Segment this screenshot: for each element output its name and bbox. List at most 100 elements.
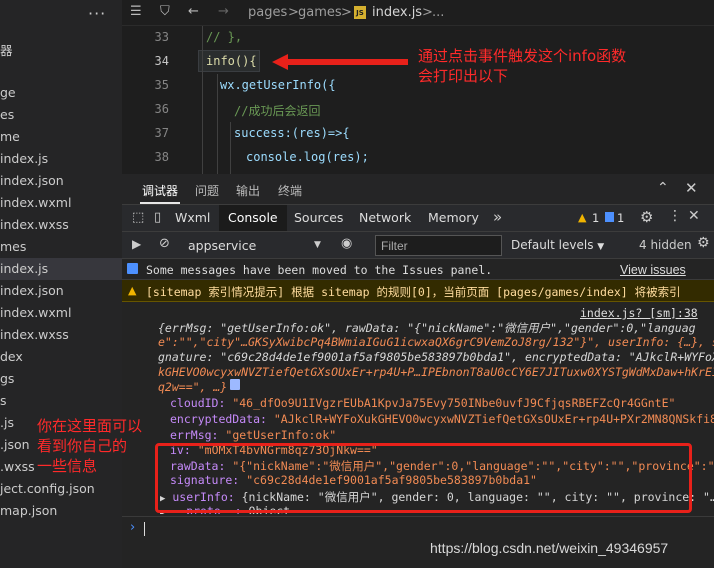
indent-guide (217, 74, 218, 174)
explorer-item[interactable]: index.js (0, 258, 122, 280)
explorer-item[interactable]: gs (0, 368, 122, 390)
panel-tab-bar: 调试器 问题 输出 终端 ⌃ ✕ (122, 174, 714, 205)
sitemap-warning: [sitemap 索引情况提示] 根据 sitemap 的规则[0]，当前页面 … (146, 285, 681, 299)
source-link[interactable]: index.js? [sm]:38 (580, 306, 698, 320)
line-number: 34 (154, 54, 169, 68)
explorer-item[interactable]: index.json (0, 170, 122, 192)
inspect-element-icon[interactable]: ⬚ (132, 210, 144, 225)
view-issues-link[interactable]: View issues (620, 263, 686, 277)
code-line: info(){ (206, 54, 257, 68)
dropdown-arrow-icon: ▼ (314, 240, 321, 250)
dropdown-arrow-icon: ▼ (597, 242, 605, 252)
prompt-chevron-icon: › (130, 520, 136, 535)
close-devtools-icon[interactable]: ✕ (688, 208, 700, 224)
annotation-top-line1: 通过点击事件触发这个info函数 (418, 47, 627, 65)
list-icon[interactable]: ☰ (130, 4, 142, 19)
chevron-up-icon[interactable]: ⌃ (657, 180, 669, 196)
filter-input[interactable] (375, 235, 502, 256)
close-icon[interactable]: ✕ (685, 179, 698, 197)
context-value: appservice (188, 238, 257, 253)
explorer-item[interactable]: ject.config.json (0, 478, 122, 500)
issues-message-row: Some messages have been moved to the Iss… (122, 259, 714, 280)
tab-terminal[interactable]: 终端 (278, 182, 302, 199)
tab-console[interactable]: Console (219, 205, 287, 231)
tab-problems[interactable]: 问题 (195, 182, 219, 199)
issues-message: Some messages have been moved to the Iss… (146, 263, 493, 277)
more-actions-icon[interactable]: ··· (88, 4, 106, 23)
line-number: 33 (154, 30, 169, 44)
log-summary-line: q2w==", …} (158, 380, 228, 394)
breadcrumb-games[interactable]: games (298, 5, 342, 20)
annotation-left-line3: 一些信息 (37, 457, 98, 475)
explorer-item[interactable]: index.js (0, 148, 122, 170)
file-explorer: ··· 器 ge es me index.js index.json index.wxml i… (0, 0, 122, 568)
code-line: // }, (206, 30, 243, 44)
annotation-arrow (272, 54, 408, 70)
js-file-icon: JS (354, 6, 366, 19)
explorer-item[interactable]: es (0, 104, 122, 126)
tab-network[interactable]: Network (350, 205, 420, 231)
info-count[interactable]: 1 (617, 211, 624, 225)
warning-message-row: ▲ [sitemap 索引情况提示] 根据 sitemap 的规则[0]，当前页… (122, 280, 714, 302)
line-number: 37 (154, 126, 169, 140)
breadcrumb-separator: > (341, 5, 352, 20)
explorer-item[interactable]: 器 (0, 40, 122, 62)
explorer-item[interactable]: index.json (0, 280, 122, 302)
explorer-item[interactable]: index.wxml (0, 192, 122, 214)
line-number: 38 (154, 150, 169, 164)
prop-errmsg: errMsg: "getUserInfo:ok" (170, 428, 336, 442)
back-arrow-icon[interactable]: ← (188, 4, 199, 19)
prop-value: "getUserInfo:ok" (225, 428, 337, 442)
explorer-item[interactable]: index.wxss (0, 324, 122, 346)
tab-sources[interactable]: Sources (285, 205, 352, 231)
prop-cloudid: cloudID: "46_dfOo9U1IVgzrEUbA1KpvJa75Evy… (170, 396, 675, 410)
prop-encrypteddata: encryptedData: "AJkclR+WYFoXukGHEVO0wcyx… (170, 412, 714, 426)
warning-count[interactable]: 1 (592, 211, 599, 225)
log-summary-line[interactable]: {errMsg: "getUserInfo:ok", rawData: "{"n… (158, 320, 696, 336)
eye-icon[interactable]: ◉ (341, 236, 352, 251)
devtools-tab-bar: ⬚ ▯ Wxml Console Sources Network Memory … (122, 205, 714, 232)
sidebar-toggle-icon[interactable]: ▶︎ (132, 237, 141, 251)
explorer-item[interactable]: ge (0, 82, 122, 104)
code-line: wx.getUserInfo({ (220, 78, 336, 92)
explorer-item[interactable]: mes (0, 236, 122, 258)
tab-memory[interactable]: Memory (419, 205, 488, 231)
code-line: console.log(res); (246, 150, 369, 164)
prop-key: cloudID: (170, 396, 226, 410)
bookmark-icon[interactable]: ⛉ (160, 4, 170, 19)
explorer-item[interactable]: index.wxml (0, 302, 122, 324)
log-summary-line: kGHEVO0wcyxwNVZTiefQetGXsOUxEr+rp4U+P…IP… (158, 365, 714, 379)
warning-icon: ▲ (128, 284, 137, 297)
explorer-item[interactable]: s (0, 390, 122, 412)
explorer-item[interactable]: map.json (0, 500, 122, 522)
prop-key: errMsg: (170, 428, 219, 442)
log-levels-label: Default levels (511, 238, 594, 252)
highlight-box (155, 443, 692, 513)
forward-arrow-icon[interactable]: → (218, 4, 229, 19)
breadcrumb-pages[interactable]: pages (248, 5, 287, 20)
hidden-count: 4 hidden (639, 238, 692, 252)
context-select[interactable]: appservice ▼ (188, 236, 328, 255)
code-line: //成功后会返回 (234, 104, 321, 118)
log-levels-select[interactable]: Default levels ▼ (511, 238, 604, 252)
console-prompt[interactable]: › (122, 516, 714, 540)
gear-icon[interactable]: ⚙ (697, 235, 710, 251)
breadcrumb-ellipsis[interactable]: ... (432, 5, 444, 20)
kebab-menu-icon[interactable]: ⋮ (668, 208, 682, 224)
tab-wxml[interactable]: Wxml (166, 205, 219, 231)
device-toggle-icon[interactable]: ▯ (154, 210, 161, 225)
prop-key: encryptedData: (170, 412, 267, 426)
info-badge-icon (230, 379, 240, 390)
breadcrumb-file[interactable]: index.js (372, 5, 422, 20)
gear-icon[interactable]: ⚙ (640, 208, 653, 226)
line-number: 36 (154, 102, 169, 116)
clear-console-icon[interactable]: ⊘ (159, 236, 170, 251)
explorer-item[interactable]: index.wxss (0, 214, 122, 236)
text-cursor (144, 522, 145, 536)
tab-output[interactable]: 输出 (236, 182, 260, 199)
info-icon (127, 263, 138, 274)
more-tabs-icon[interactable]: » (493, 208, 502, 226)
explorer-item[interactable]: me (0, 126, 122, 148)
tab-debugger[interactable]: 调试器 (139, 182, 181, 204)
explorer-item[interactable]: dex (0, 346, 122, 368)
